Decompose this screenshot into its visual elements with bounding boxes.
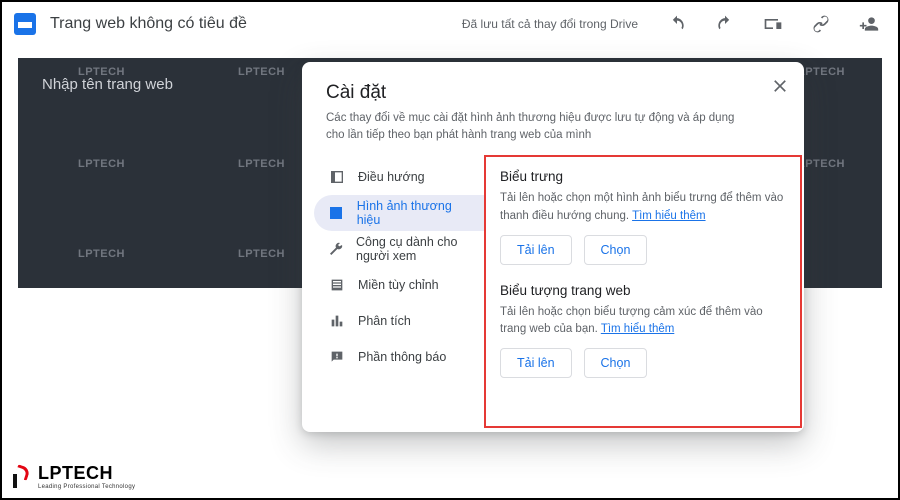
brand-tagline: Leading Professional Technology: [38, 484, 135, 490]
nav-label: Phân tích: [358, 314, 411, 328]
close-icon: [770, 76, 790, 96]
nav-item-custom-domains[interactable]: Miền tùy chỉnh: [314, 267, 484, 303]
sidebar-icon: [328, 169, 346, 185]
chart-icon: [328, 313, 346, 329]
nav-item-announcement[interactable]: Phần thông báo: [314, 339, 484, 375]
nav-label: Điều hướng: [358, 170, 425, 184]
wrench-icon: [328, 241, 344, 257]
close-button[interactable]: [770, 76, 790, 96]
learn-more-link[interactable]: Tìm hiểu thêm: [601, 323, 675, 335]
nav-label: Miền tùy chỉnh: [358, 278, 439, 292]
nav-label: Công cụ dành cho người xem: [356, 235, 470, 263]
favicon-upload-button[interactable]: Tải lên: [500, 348, 572, 378]
nav-label: Hình ảnh thương hiệu: [357, 199, 470, 227]
image-icon: [328, 205, 345, 221]
brand-images-panel: Biểu trưng Tải lên hoặc chọn một hình ản…: [484, 155, 802, 428]
logo-section-title: Biểu trưng: [500, 169, 786, 184]
logo-buttons: Tải lên Chọn: [500, 235, 786, 265]
modal-body: Điều hướng Hình ảnh thương hiệu Công cụ …: [302, 151, 804, 432]
nav-item-analytics[interactable]: Phân tích: [314, 303, 484, 339]
brand-name: LPTECH: [38, 463, 113, 483]
screenshot-brand: LPTECH Leading Professional Technology: [10, 463, 135, 490]
modal-header: Cài đặt Các thay đổi về mục cài đặt hình…: [302, 62, 804, 151]
announcement-icon: [328, 349, 346, 365]
favicon-choose-button[interactable]: Chọn: [584, 348, 648, 378]
favicon-buttons: Tải lên Chọn: [500, 348, 786, 378]
learn-more-link[interactable]: Tìm hiểu thêm: [632, 210, 706, 222]
nav-item-brand-images[interactable]: Hình ảnh thương hiệu: [314, 195, 484, 231]
logo-section-desc: Tải lên hoặc chọn một hình ảnh biểu trưn…: [500, 190, 786, 225]
lptech-logo-icon: [10, 464, 32, 490]
modal-subtitle: Các thay đổi về mục cài đặt hình ảnh thư…: [326, 110, 756, 143]
nav-item-navigation[interactable]: Điều hướng: [314, 159, 484, 195]
favicon-section-title: Biểu tượng trang web: [500, 283, 786, 298]
logo-upload-button[interactable]: Tải lên: [500, 235, 572, 265]
modal-title: Cài đặt: [326, 82, 756, 104]
nav-label: Phần thông báo: [358, 350, 446, 364]
logo-choose-button[interactable]: Chọn: [584, 235, 648, 265]
nav-item-viewer-tools[interactable]: Công cụ dành cho người xem: [314, 231, 484, 267]
favicon-section-desc: Tải lên hoặc chọn biểu tượng cảm xúc để …: [500, 304, 786, 339]
settings-modal: Cài đặt Các thay đổi về mục cài đặt hình…: [302, 62, 804, 432]
settings-nav: Điều hướng Hình ảnh thương hiệu Công cụ …: [302, 151, 484, 432]
lptech-text: LPTECH Leading Professional Technology: [38, 463, 135, 490]
globe-icon: [328, 277, 346, 293]
